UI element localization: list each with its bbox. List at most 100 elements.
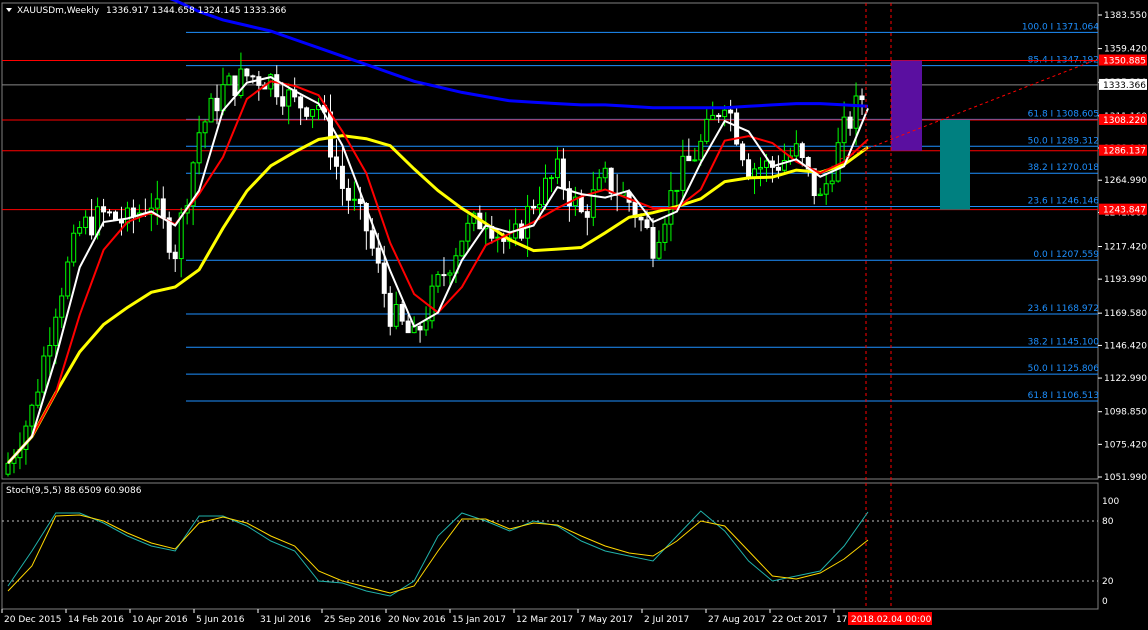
price-tick-label: 1359.420 (1104, 45, 1147, 55)
price-tick-label: 1051.990 (1104, 473, 1147, 483)
candle-body (817, 193, 823, 197)
price-tick-label: 1146.420 (1104, 341, 1147, 351)
candle-body (393, 303, 399, 327)
trading-chart[interactable]: 100.0 I 1371.06485.4 I 1347.19261.8 I 13… (0, 0, 1148, 630)
cursor-time-label: 2018.02.04 00:00 (851, 615, 932, 625)
time-tick-label: 31 Jul 2016 (260, 615, 311, 625)
candle-body (154, 198, 160, 209)
time-tick-label: 20 Nov 2016 (388, 615, 446, 625)
purple-target-box (891, 60, 922, 151)
candle-body (793, 143, 799, 157)
price-tick-label: 1217.420 (1104, 242, 1147, 252)
candle-body (758, 166, 763, 170)
candle-body (232, 75, 238, 96)
candle-body (650, 227, 656, 259)
candle-body (71, 232, 77, 263)
candle-body (41, 355, 47, 393)
candle-body (83, 216, 89, 229)
time-tick-label: 25 Sep 2016 (324, 615, 381, 625)
stoch-level-label: 0 (1102, 597, 1108, 607)
candle-body (823, 183, 829, 195)
candle-body (548, 177, 554, 180)
candle-body (728, 109, 734, 114)
candle-body (746, 159, 752, 179)
candle-body (381, 262, 387, 294)
time-tick-label: 10 Apr 2016 (132, 615, 188, 625)
candle-body (525, 205, 531, 239)
time-tick-label: 7 May 2017 (580, 615, 633, 625)
candle-body (435, 274, 441, 287)
candle-body (543, 177, 548, 206)
stoch-level-label: 100 (1102, 497, 1119, 507)
candle-body (775, 166, 781, 171)
candle-body (35, 391, 41, 406)
price-tick-label: 1383.550 (1104, 11, 1147, 21)
candle-body (847, 116, 853, 129)
candle-body (704, 118, 710, 142)
fib-label: 0.0 I 1207.559 (1033, 250, 1099, 260)
price-tick-label: 1098.850 (1104, 408, 1147, 418)
candle-body (399, 303, 405, 322)
candle-body (65, 261, 71, 297)
candle-body (202, 121, 208, 134)
candle-body (328, 111, 333, 158)
candle-body (835, 142, 841, 182)
teal-target-box (940, 119, 970, 210)
price-tick-label: 1264.990 (1104, 176, 1147, 186)
candle-body (662, 223, 668, 243)
candle-body (333, 156, 339, 167)
fib-label: 61.8 I 1106.513 (1028, 391, 1099, 401)
candle-body (160, 198, 166, 219)
candle-body (357, 198, 363, 204)
candle-body (459, 240, 465, 257)
candle-body (304, 107, 310, 117)
candle-body (53, 316, 59, 347)
candle-body (716, 114, 722, 118)
candle-body (674, 189, 680, 192)
candle-body (829, 180, 835, 185)
candle-body (286, 89, 292, 107)
chart-ohlc-values: 1336.917 1344.658 1324.145 1333.366 (106, 6, 287, 16)
fib-label: 50.0 I 1125.806 (1028, 364, 1100, 374)
candle-body (101, 206, 107, 213)
candle-body (680, 155, 686, 191)
candle-body (375, 247, 381, 264)
candle-body (196, 132, 202, 164)
stoch-level-label: 20 (1102, 577, 1114, 587)
candle-body (310, 109, 316, 117)
candle-body (560, 158, 566, 190)
fib-label: 38.2 I 1145.100 (1028, 337, 1100, 347)
candle-body (387, 292, 393, 327)
time-tick-label: 14 Feb 2016 (68, 615, 124, 625)
candle-body (274, 74, 280, 98)
fib-label: 100.0 I 1371.064 (1022, 22, 1099, 32)
time-tick-label: 27 Aug 2017 (708, 615, 766, 625)
chart-symbol-label: XAUUSDm,Weekly (17, 6, 100, 16)
candle-body (298, 96, 304, 109)
time-tick-label: 15 Jan 2017 (452, 615, 506, 625)
time-tick-label: 22 Oct 2017 (772, 615, 828, 625)
candle-body (740, 143, 746, 161)
fib-label: 50.0 I 1289.312 (1028, 136, 1099, 146)
candle-body (692, 159, 698, 162)
candle-body (584, 211, 590, 218)
price-tag-label: 1243.847 (1103, 206, 1146, 216)
candle-body (763, 160, 769, 168)
candle-body (220, 84, 226, 112)
candle-body (447, 272, 453, 276)
candle-body (656, 241, 662, 259)
candle-body (853, 95, 859, 129)
fib-label: 61.8 I 1308.605 (1028, 109, 1099, 119)
candle-body (250, 75, 256, 78)
time-tick-label: 2 Jul 2017 (644, 615, 689, 625)
candle-body (423, 320, 429, 331)
price-tick-label: 1169.580 (1104, 309, 1147, 319)
candle-body (29, 404, 35, 427)
fib-label: 23.6 I 1246.146 (1028, 196, 1100, 206)
candle-body (441, 274, 447, 277)
candle-body (686, 155, 692, 162)
candle-body (208, 97, 214, 123)
candle-body (369, 230, 375, 249)
candle-body (47, 345, 53, 357)
price-tag-label: 1286.137 (1103, 147, 1146, 157)
